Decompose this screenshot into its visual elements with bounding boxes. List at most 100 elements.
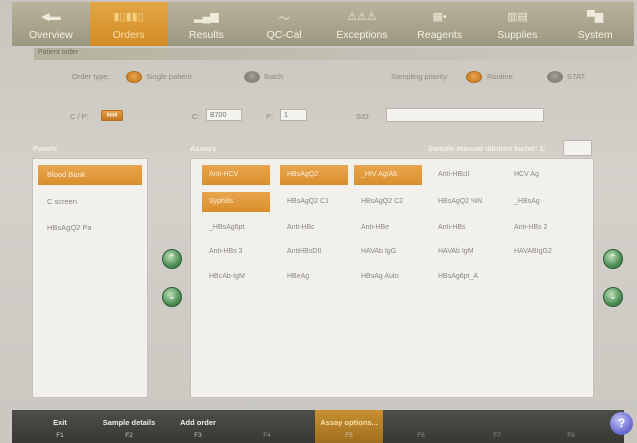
add-order-button[interactable]: Add order F3 [170, 410, 226, 443]
chevron-up-icon: ⌃ [608, 253, 618, 264]
tab-system[interactable]: ▀▆ System [556, 2, 634, 46]
panels-heading: Panels [33, 144, 58, 153]
sid-field[interactable] [386, 108, 544, 122]
panel-item-blood-bank[interactable]: Blood Bank [38, 165, 142, 185]
assay-button[interactable]: Anti-HBe [354, 218, 422, 238]
fkey-number: F5 [345, 432, 353, 439]
panels-scroll-down-button[interactable]: ⌄ [162, 287, 182, 307]
assay-button[interactable]: HBsAgQ2 [280, 165, 348, 185]
top-navigation: ◀▬ Overview ▮▯▮▮▯ Orders ▂▄▆ Results 〜 Q… [12, 2, 634, 46]
assay-button[interactable]: Syphilis [202, 192, 270, 212]
assay-button[interactable]: Anti-HBs 3 [202, 242, 270, 262]
chevron-down-icon: ⌄ [608, 291, 618, 302]
tab-label: Results [188, 29, 224, 41]
patient-order-title: Patient order [38, 49, 79, 56]
assay-button[interactable]: _HBsAg6pt [202, 218, 270, 238]
f4-button[interactable]: F4 [244, 410, 290, 443]
c-field[interactable]: B700 [206, 109, 242, 121]
stat-label: STAT [567, 72, 586, 81]
f7-button[interactable]: F7 [474, 410, 520, 443]
panels-list: Blood Bank C screen HBsAgQ2 Pa [32, 158, 148, 398]
assay-button[interactable]: HAVAb IgM [431, 242, 499, 262]
assay-button[interactable]: HBeAg [280, 267, 348, 287]
fkey-number: F2 [125, 432, 133, 439]
fkey-number: F4 [263, 432, 271, 439]
assay-button[interactable]: HBcAb-IgM [202, 267, 270, 287]
assay-button[interactable]: Anti-HBs [431, 218, 499, 238]
assays-scroll-up-button[interactable]: ⌃ [603, 249, 623, 269]
tab-exceptions[interactable]: ⚠⚠⚠ Exceptions [323, 2, 401, 46]
assay-button[interactable]: _HBsAg [507, 192, 575, 212]
assay-button[interactable]: Anti-HBc [280, 218, 348, 238]
assay-button[interactable]: HAVABIgG2 [507, 242, 575, 262]
assay-options-button[interactable]: Assay options... F5 [315, 410, 383, 443]
sampling-priority-label: Sampling priority: [391, 72, 449, 81]
exit-button[interactable]: Exit F1 [32, 410, 88, 443]
tab-label: Exceptions [336, 29, 388, 41]
p-label: P: [266, 112, 274, 121]
assay-button[interactable]: HAVAb IgG [354, 242, 422, 262]
panel-item-c-screen[interactable]: C screen [38, 192, 142, 212]
patient-order-header [34, 48, 634, 60]
panels-scroll-up-button[interactable]: ⌃ [162, 249, 182, 269]
fkey-number: F7 [493, 432, 501, 439]
tab-reagents[interactable]: ▦▪ Reagents [401, 2, 479, 46]
cp-toggle-button[interactable]: ▮▮▮▮ [101, 110, 123, 121]
assay-button[interactable]: HBsAgQ2 %N [431, 192, 499, 212]
routine-radio[interactable] [466, 71, 482, 83]
warning-icon: ⚠⚠⚠ [347, 11, 377, 23]
dilution-factor-input[interactable] [563, 140, 592, 156]
c-label: C: [192, 112, 200, 121]
fkey-number: F1 [56, 432, 64, 439]
assays-grid: Anti-HCV HBsAgQ2 _HIV Ag/Ab Anti-HBcII H… [190, 158, 594, 398]
tab-qc-cal[interactable]: 〜 QC-Cal [245, 2, 323, 46]
tab-label: Orders [112, 29, 145, 41]
batch-radio[interactable] [244, 71, 260, 83]
assays-scroll-down-button[interactable]: ⌄ [603, 287, 623, 307]
single-patient-radio[interactable] [126, 71, 142, 83]
tab-label: QC-Cal [266, 29, 302, 41]
assay-button[interactable]: _HIV Ag/Ab [354, 165, 422, 185]
routine-label: Routine [487, 72, 513, 81]
assay-button[interactable]: Anti-HBs 2 [507, 218, 575, 238]
system-icon: ▀▆ [586, 11, 604, 23]
tab-orders[interactable]: ▮▯▮▮▯ Orders [89, 2, 168, 46]
assay-button[interactable]: HBsAgQ2 C2 [354, 192, 422, 212]
assay-button[interactable]: HBsAg6pt_A [431, 267, 499, 287]
assay-button[interactable]: HCV Ag [507, 165, 575, 185]
fkey-number: F8 [567, 432, 575, 439]
tab-overview[interactable]: ◀▬ Overview [12, 2, 90, 46]
p-field[interactable]: 1 [280, 109, 307, 121]
orders-screen: ◀▬ Overview ▮▯▮▮▯ Orders ▂▄▆ Results 〜 Q… [0, 0, 637, 443]
help-button[interactable]: ? [610, 412, 633, 435]
tab-label: Overview [28, 29, 73, 41]
assay-button[interactable]: HBsAg Auto [354, 267, 422, 287]
fkey-label: Add order [180, 418, 216, 427]
assay-button[interactable]: HBsAgQ2 C1 [280, 192, 348, 212]
order-type-label: Order type: [72, 72, 110, 81]
tab-results[interactable]: ▂▄▆ Results [168, 2, 246, 46]
chevron-down-icon: ⌄ [167, 291, 177, 302]
tab-supplies[interactable]: ▥▤ Supplies [479, 2, 557, 46]
tab-label: Reagents [417, 29, 463, 41]
bar-chart-icon: ▂▄▆ [194, 11, 219, 23]
cp-label: C / P: [70, 112, 89, 121]
f6-button[interactable]: F6 [398, 410, 444, 443]
single-patient-label: Single patient [146, 72, 192, 81]
back-arrow-icon: ◀▬ [41, 11, 61, 23]
f8-button[interactable]: F8 [548, 410, 594, 443]
fkey-number: F3 [194, 432, 202, 439]
assay-button[interactable]: Anti-HBcII [431, 165, 499, 185]
barcode-icon: ▮▯▮▮▯ [113, 11, 144, 23]
stat-radio[interactable] [547, 71, 563, 83]
reagent-pack-icon: ▦▪ [432, 11, 447, 23]
sid-label: SID: [356, 112, 371, 121]
chevron-up-icon: ⌃ [167, 253, 177, 264]
assay-button[interactable]: AntiHBsDII [280, 242, 348, 262]
sample-details-button[interactable]: Sample details F2 [92, 410, 166, 443]
batch-label: Batch [264, 72, 284, 81]
dilution-factor-label: Sample manual dilution factor: 1: [428, 144, 547, 153]
panel-item-hbsagq2-pa[interactable]: HBsAgQ2 Pa [38, 218, 142, 238]
assay-button[interactable]: Anti-HCV [202, 165, 270, 185]
wave-graph-icon: 〜 [278, 13, 290, 25]
